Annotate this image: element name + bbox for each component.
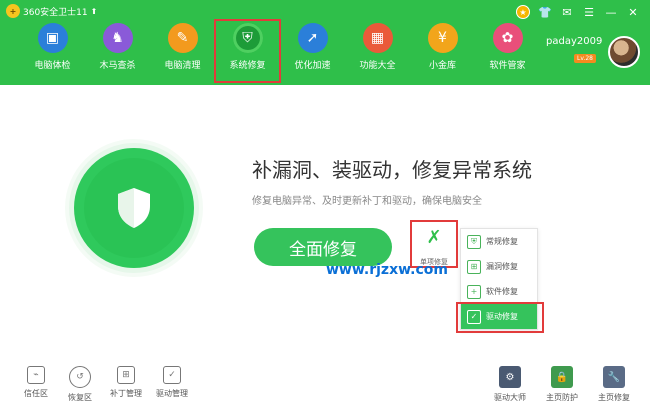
menu-item-label: 常规修复 [486,237,518,246]
nav-label: 软件管家 [489,61,526,71]
mail-icon[interactable]: ✉ [556,3,578,21]
nav-label: 电脑清理 [164,61,201,71]
main-nav: ▣ 电脑体检 ♞ 木马查杀 ✎ 电脑清理 ⛨ 系统修复 ➚ 优化加速 ▦ 功能大… [20,19,540,83]
homepage-protect-button[interactable]: 🔒 主页防护 [540,366,584,403]
large-shield-icon [118,188,150,228]
single-repair-button[interactable]: ✗ 单项修复 [410,220,458,268]
nav-item-trojan-scan[interactable]: ♞ 木马查杀 [85,20,150,82]
apps-icon: ✿ [492,23,523,53]
user-level-badge: Lv.28 [574,54,596,63]
tool-label: 驱动大师 [494,393,526,402]
nav-item-vault[interactable]: ¥ 小金库 [410,20,475,82]
nav-item-system-repair[interactable]: ⛨ 系统修复 [214,19,281,83]
update-arrow-icon[interactable]: ⬆ [91,7,98,16]
menu-item-label: 漏洞修复 [486,262,518,271]
star-button[interactable]: ★ [512,3,534,21]
menu-item-label: 软件修复 [486,287,518,296]
homepage-repair-button[interactable]: 🔧 主页修复 [592,366,636,403]
full-repair-button[interactable]: 全面修复 [254,228,392,266]
trust-zone-button[interactable]: ⌁ 信任区 [16,366,56,399]
plus-box-icon: + [467,284,481,299]
wrench-icon: 🔧 [603,366,625,388]
horse-icon: ♞ [102,23,133,53]
nav-label: 电脑体检 [34,61,71,71]
nav-item-features[interactable]: ▦ 功能大全 [345,20,410,82]
app-title: 360安全卫士11 [23,7,88,18]
money-bag-icon: ¥ [427,23,458,53]
menu-item-software-repair[interactable]: + 软件修复 [461,279,537,304]
wrench-tools-icon: ✗ [426,227,442,248]
app-logo-icon: + [6,4,20,18]
broom-icon: ✎ [167,23,198,53]
star-icon: ★ [516,5,530,19]
shield-small-icon: ⛨ [467,234,481,249]
shield-hero-icon [84,158,184,258]
window-controls: ★ 👕 ✉ ☰ — ✕ [512,3,644,21]
nav-item-cleanup[interactable]: ✎ 电脑清理 [150,20,215,82]
driver-repair-highlight [456,302,544,333]
patch-icon: ⊞ [117,366,135,384]
avatar[interactable] [608,36,640,68]
bottom-toolbar: ⌁ 信任区 ↺ 恢复区 ⊞ 补丁管理 ✓ 驱动管理 ⚙ 驱动大师 🔒 主页防护 … [0,360,650,410]
nav-label: 小金库 [428,61,456,71]
close-icon[interactable]: ✕ [622,3,644,21]
driver-icon: ✓ [163,366,181,384]
windows-icon: ⊞ [467,259,481,274]
nav-item-software-manager[interactable]: ✿ 软件管家 [475,20,540,82]
skin-icon[interactable]: 👕 [534,3,556,21]
tool-label: 补丁管理 [110,389,142,398]
nav-item-optimize[interactable]: ➚ 优化加速 [280,20,345,82]
tool-label: 恢复区 [68,393,92,402]
tool-label: 主页防护 [546,393,578,402]
menu-icon[interactable]: ☰ [578,3,600,21]
nav-label: 系统修复 [229,61,266,71]
restore-zone-button[interactable]: ↺ 恢复区 [60,366,100,403]
rocket-icon: ➚ [297,23,328,53]
page-subline: 修复电脑异常、及时更新补丁和驱动，确保电脑安全 [252,196,482,207]
minimize-icon[interactable]: — [600,3,622,21]
driver-manager-button[interactable]: ✓ 驱动管理 [152,366,192,399]
driver-master-button[interactable]: ⚙ 驱动大师 [488,366,532,403]
username[interactable]: paday2009 [546,36,602,47]
nav-label: 优化加速 [294,61,331,71]
menu-item-vuln-repair[interactable]: ⊞ 漏洞修复 [461,254,537,279]
driver-master-icon: ⚙ [499,366,521,388]
patch-manager-button[interactable]: ⊞ 补丁管理 [106,366,146,399]
monitor-icon: ▣ [37,23,68,53]
top-header: + 360安全卫士11 ⬆ ★ 👕 ✉ ☰ — ✕ ▣ 电脑体检 ♞ 木马查杀 … [0,0,650,85]
tool-label: 驱动管理 [156,389,188,398]
nav-label: 功能大全 [359,61,396,71]
repair-hero-icon [74,148,194,268]
lock-icon: 🔒 [551,366,573,388]
tool-label: 主页修复 [598,393,630,402]
tool-label: 信任区 [24,389,48,398]
page-headline: 补漏洞、装驱动，修复异常系统 [252,158,532,182]
nav-label: 木马查杀 [99,61,136,71]
trust-icon: ⌁ [27,366,45,384]
menu-item-regular-repair[interactable]: ⛨ 常规修复 [461,229,537,254]
grid-icon: ▦ [362,23,393,53]
restore-icon: ↺ [69,366,91,388]
nav-item-checkup[interactable]: ▣ 电脑体检 [20,20,85,82]
app-title-bar: + 360安全卫士11 ⬆ [6,3,97,19]
site-watermark: www.rjzxw.com [326,262,448,278]
shield-icon: ⛨ [232,23,263,53]
